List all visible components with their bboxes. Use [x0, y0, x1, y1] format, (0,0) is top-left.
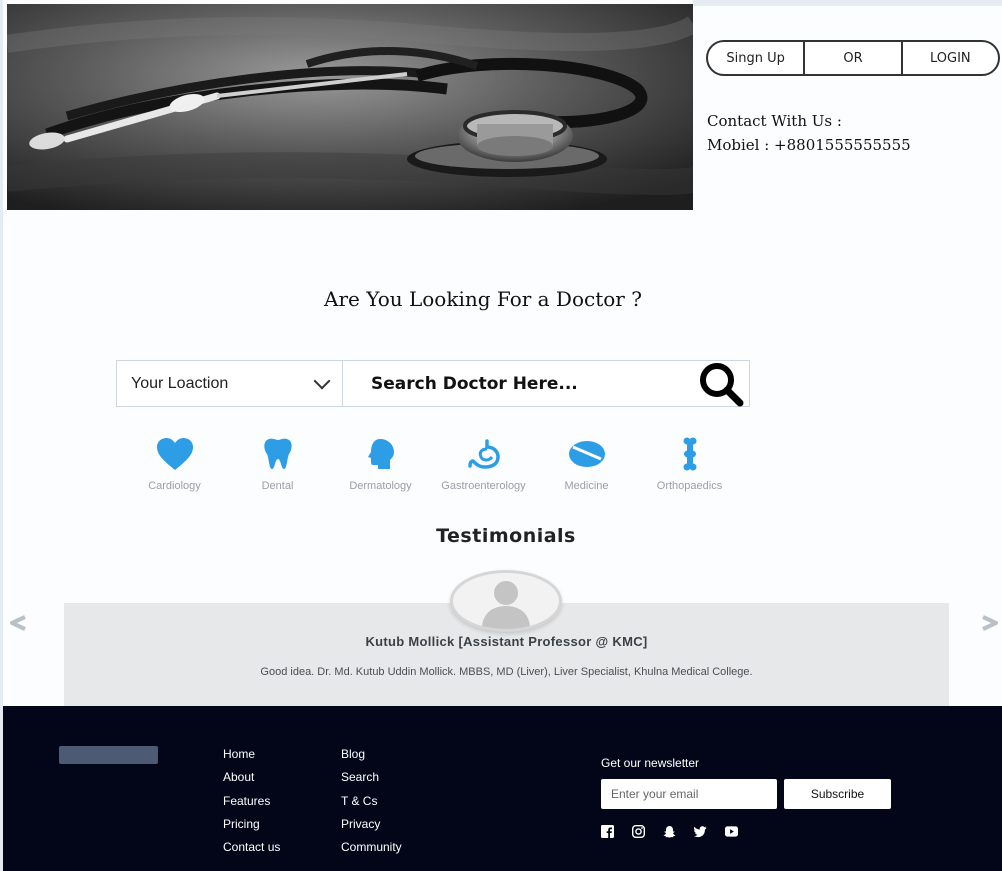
twitter-icon[interactable] [694, 825, 707, 838]
testimonials-title: Testimonials [436, 525, 576, 547]
contact-mobile: Mobiel : +8801555555555 [707, 136, 911, 154]
category-label: Dermatology [349, 480, 412, 492]
footer-link-terms[interactable]: T & Cs [341, 793, 402, 816]
auth-pill: Singn Up OR LOGIN [706, 40, 1000, 76]
or-label: OR [803, 42, 900, 74]
category-dermatology[interactable]: Dermatology [329, 434, 432, 492]
user-silhouette-icon [482, 581, 530, 629]
footer-links-col2: Blog Search T & Cs Privacy Community [341, 746, 402, 862]
category-orthopaedics[interactable]: Orthopaedics [638, 434, 741, 492]
stomach-icon [467, 439, 500, 469]
head-icon [367, 439, 394, 469]
search-button[interactable] [693, 361, 749, 406]
page-headline: Are You Looking For a Doctor ? [324, 287, 642, 311]
tooth-icon [263, 438, 292, 469]
footer-link-features[interactable]: Features [223, 793, 280, 816]
snapchat-icon[interactable] [663, 825, 676, 838]
category-label: Medicine [564, 480, 609, 492]
footer: Home About Features Pricing Contact us B… [3, 706, 1002, 871]
carousel-prev-arrow-icon[interactable] [7, 612, 29, 634]
chevron-down-icon [313, 372, 331, 389]
category-cardiology[interactable]: Cardiology [123, 434, 226, 492]
footer-link-pricing[interactable]: Pricing [223, 816, 280, 839]
bone-icon [683, 437, 696, 471]
signup-button[interactable]: Singn Up [708, 42, 803, 74]
footer-link-privacy[interactable]: Privacy [341, 816, 402, 839]
category-label: Orthopaedics [656, 480, 723, 492]
heart-icon [156, 438, 193, 470]
footer-link-home[interactable]: Home [223, 746, 280, 769]
testimonial-author: Kutub Mollick [Assistant Professor @ KMC… [365, 634, 648, 649]
testimonial-quote: Good idea. Dr. Md. Kutub Uddin Mollick. … [260, 666, 753, 678]
hero-stethoscope-image [7, 4, 693, 210]
avatar [450, 570, 562, 632]
carousel-next-arrow-icon[interactable] [979, 612, 1001, 634]
category-label: Dental [261, 480, 294, 492]
instagram-icon[interactable] [632, 825, 645, 838]
category-gastroenterology[interactable]: Gastroenterology [432, 434, 535, 492]
location-select[interactable]: Your Loaction [117, 361, 343, 406]
page: Singn Up OR LOGIN Contact With Us : Mobi… [0, 0, 1002, 871]
contact-block: Contact With Us : Mobiel : +880155555555… [707, 109, 911, 157]
footer-link-contact[interactable]: Contact us [223, 839, 280, 862]
subscribe-button[interactable]: Subscribe [784, 779, 891, 809]
top-strip [693, 0, 1002, 6]
location-select-label: Your Loaction [131, 374, 229, 392]
footer-link-blog[interactable]: Blog [341, 746, 402, 769]
footer-logo[interactable] [59, 746, 158, 764]
category-medicine[interactable]: Medicine [535, 434, 638, 492]
footer-link-community[interactable]: Community [341, 839, 402, 862]
contact-heading: Contact With Us : [707, 112, 842, 130]
category-label: Gastroenterology [441, 480, 526, 492]
newsletter-email-input[interactable] [601, 779, 777, 809]
footer-link-search[interactable]: Search [341, 769, 402, 792]
social-links [601, 825, 738, 838]
category-label: Cardiology [148, 480, 201, 492]
pill-icon [568, 441, 605, 467]
doctor-search-input[interactable]: Search Doctor Here... [343, 361, 693, 406]
login-button[interactable]: LOGIN [900, 42, 998, 74]
newsletter-title: Get our newsletter [601, 756, 700, 770]
doctor-search-bar: Your Loaction Search Doctor Here... [116, 360, 750, 407]
facebook-icon[interactable] [601, 825, 614, 838]
specialty-list: Cardiology Dental Dermatology Gastroente… [123, 434, 743, 492]
youtube-icon[interactable] [725, 825, 738, 838]
search-icon [700, 362, 744, 406]
footer-links-col1: Home About Features Pricing Contact us [223, 746, 280, 862]
category-dental[interactable]: Dental [226, 434, 329, 492]
footer-link-about[interactable]: About [223, 769, 280, 792]
